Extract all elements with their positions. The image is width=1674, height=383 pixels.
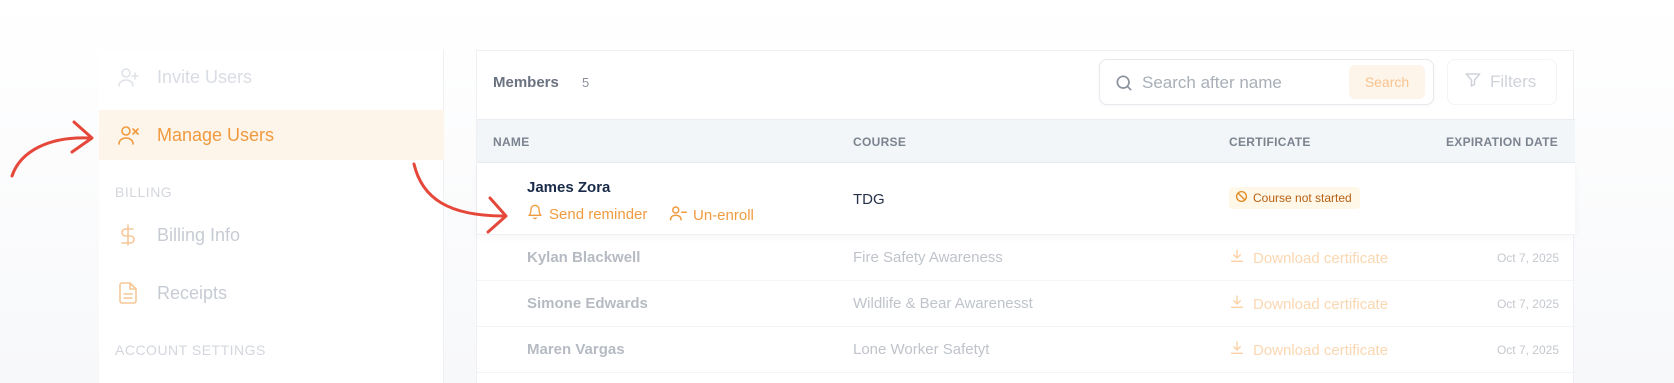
column-header-certificate[interactable]: CERTIFICATE: [1229, 135, 1311, 149]
download-certificate-link[interactable]: Download certificate: [1229, 340, 1388, 360]
user-remove-icon: [115, 122, 141, 148]
download-certificate-label: Download certificate: [1253, 295, 1389, 313]
send-reminder-label: Send reminder: [549, 205, 648, 223]
sidebar-item-invite-users[interactable]: Invite Users: [99, 52, 444, 102]
sidebar-item-label: Billing Info: [157, 224, 241, 245]
table-row: Maren Vargas Lone Worker Safetyt Downloa…: [477, 327, 1575, 373]
dollar-icon: [115, 222, 141, 248]
download-certificate-link[interactable]: Download certificate: [1229, 248, 1388, 268]
table-row: James Zora Send reminder Un-enroll TDG C…: [477, 163, 1575, 235]
sidebar-item-label: Receipts: [157, 282, 228, 303]
download-certificate-link[interactable]: Download certificate: [1229, 294, 1388, 314]
sidebar: Invite Users Manage Users BILLING Billin…: [99, 50, 444, 383]
download-certificate-label: Download certificate: [1253, 249, 1389, 267]
user-minus-icon: [669, 204, 687, 226]
download-certificate-label: Download certificate: [1253, 341, 1389, 359]
download-icon: [1229, 340, 1245, 360]
member-name: Maren Vargas: [527, 341, 625, 358]
ban-icon: [1235, 190, 1248, 206]
members-panel: Members 5 Search Filters NAME COURSE CER…: [476, 50, 1575, 383]
section-heading-billing: BILLING: [115, 184, 173, 200]
column-header-course[interactable]: COURSE: [853, 135, 906, 149]
sidebar-item-label: Manage Users: [157, 124, 275, 145]
course-name: TDG: [853, 191, 885, 208]
filters-button[interactable]: Filters: [1447, 59, 1557, 105]
status-badge: Course not started: [1229, 187, 1360, 209]
search-box: Search: [1099, 59, 1434, 105]
sidebar-item-manage-users[interactable]: Manage Users: [99, 110, 444, 160]
column-header-name[interactable]: NAME: [493, 135, 530, 149]
user-plus-icon: [115, 64, 141, 90]
annotation-arrow-icon: [10, 120, 94, 178]
expiration-date: Oct 7, 2025: [1496, 343, 1559, 357]
members-toolbar: Members 5 Search Filters: [477, 51, 1575, 119]
member-name: Simone Edwards: [527, 295, 648, 312]
sidebar-item-receipts[interactable]: Receipts: [99, 268, 444, 318]
member-name: Kylan Blackwell: [527, 249, 641, 266]
course-name: Lone Worker Safetyt: [853, 341, 990, 358]
members-title: Members: [493, 74, 559, 91]
search-icon: [1114, 73, 1134, 98]
sidebar-item-label: Invite Users: [157, 66, 253, 87]
course-name: Fire Safety Awareness: [853, 249, 1003, 266]
send-reminder-button[interactable]: Send reminder: [527, 204, 647, 224]
course-name: Wildlife & Bear Awarenesst: [853, 295, 1033, 312]
document-icon: [115, 280, 141, 306]
column-header-expiration-date[interactable]: EXPIRATION DATE: [1446, 135, 1558, 149]
members-count: 5: [582, 75, 590, 90]
un-enroll-button[interactable]: Un-enroll: [669, 204, 754, 226]
sidebar-item-billing-info[interactable]: Billing Info: [99, 210, 444, 260]
filters-label: Filters: [1490, 72, 1537, 91]
table-row: Simone Edwards Wildlife & Bear Awareness…: [477, 281, 1575, 327]
search-input[interactable]: [1142, 70, 1332, 96]
download-icon: [1229, 294, 1245, 314]
un-enroll-label: Un-enroll: [693, 206, 754, 224]
expiration-date: Oct 7, 2025: [1496, 251, 1559, 265]
table-row: Kylan Blackwell Fire Safety Awareness Do…: [477, 235, 1575, 281]
annotation-arrow-icon: [412, 162, 508, 234]
table-header: NAME COURSE CERTIFICATE EXPIRATION DATE: [477, 119, 1575, 163]
section-heading-account-settings: ACCOUNT SETTINGS: [115, 342, 266, 358]
status-label: Course not started: [1253, 191, 1352, 205]
expiration-date: Oct 7, 2025: [1496, 297, 1559, 311]
search-button[interactable]: Search: [1349, 65, 1425, 99]
bell-icon: [527, 204, 543, 224]
member-name: James Zora: [527, 179, 611, 196]
download-icon: [1229, 248, 1245, 268]
filter-icon: [1464, 71, 1482, 94]
